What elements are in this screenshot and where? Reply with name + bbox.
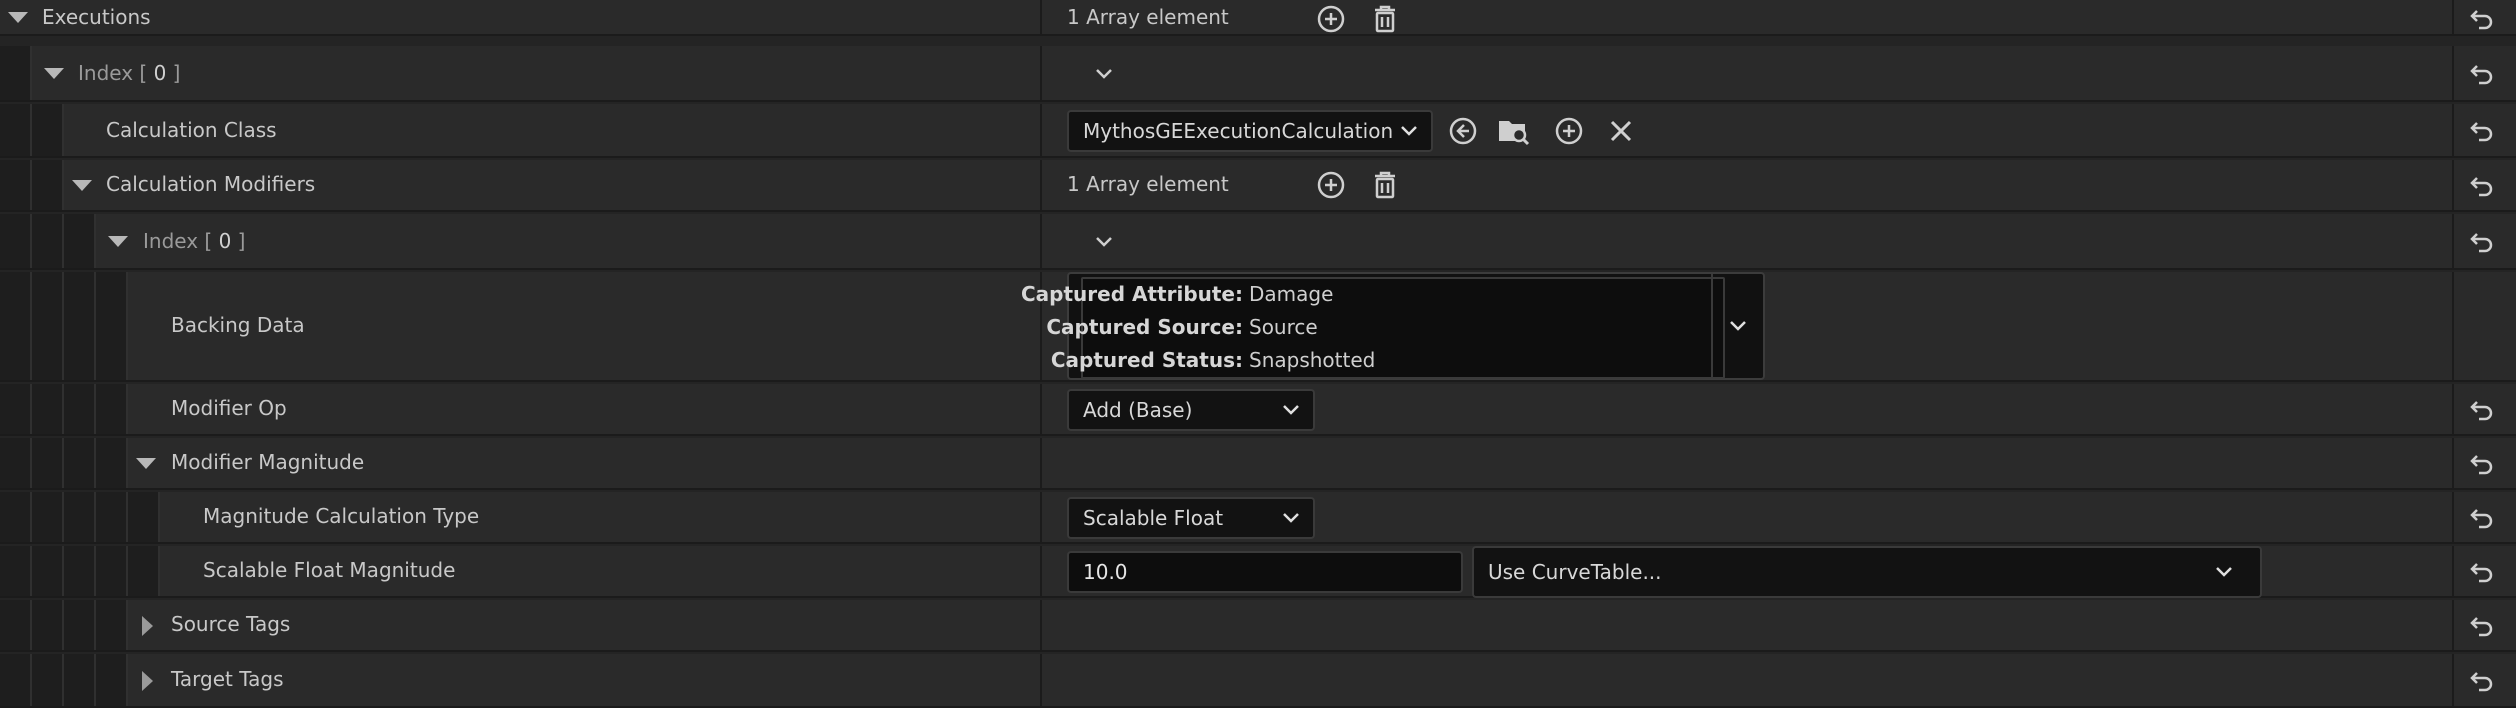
plus-circle-icon[interactable] [1314, 168, 1348, 202]
reset-to-default-icon[interactable] [2464, 557, 2500, 587]
collapse-arrow-icon[interactable] [44, 68, 64, 79]
trash-icon[interactable] [1368, 168, 1402, 202]
curve-table-value: Use CurveTable... [1488, 560, 1662, 584]
source-tags-label: Source Tags [171, 612, 291, 636]
reset-to-default-icon[interactable] [2464, 4, 2500, 34]
calculation-modifiers-count: 1 Array element [1067, 172, 1229, 196]
collapse-arrow-icon[interactable] [72, 180, 92, 191]
modifier-op-label: Modifier Op [171, 396, 287, 420]
chevron-down-icon [2214, 560, 2234, 584]
captured-attribute-value: Damage [1249, 282, 1334, 306]
reset-to-default-icon[interactable] [2464, 171, 2500, 201]
captured-source-value: Source [1249, 315, 1318, 339]
chevron-down-icon[interactable] [1090, 230, 1118, 254]
calculation-class-value: MythosGEExecutionCalculation [1083, 119, 1394, 143]
magnitude-calculation-type-label: Magnitude Calculation Type [203, 504, 480, 528]
close-icon[interactable] [1604, 114, 1638, 148]
expand-arrow-icon[interactable] [142, 671, 153, 691]
backing-data-field[interactable]: Captured Attribute: Damage Captured Sour… [1021, 272, 1765, 380]
expand-arrow-icon[interactable] [142, 616, 153, 636]
scalable-float-value: 10.0 [1083, 560, 1128, 584]
magnitude-calculation-type-value: Scalable Float [1083, 506, 1224, 530]
reset-to-default-icon[interactable] [2464, 227, 2500, 257]
modifier-op-value: Add (Base) [1083, 398, 1193, 422]
backing-data-label: Backing Data [171, 313, 305, 337]
chevron-down-icon [1281, 398, 1301, 422]
reset-to-default-icon[interactable] [2464, 449, 2500, 479]
trash-icon[interactable] [1368, 2, 1402, 36]
modifier-index-label: Index [ 0 ] [143, 229, 246, 253]
plus-circle-icon[interactable] [1552, 114, 1586, 148]
details-panel: Executions 1 Array element Index [ 0 ] C… [0, 0, 2516, 708]
folder-search-icon[interactable] [1496, 114, 1532, 148]
calculation-modifiers-label: Calculation Modifiers [106, 172, 316, 196]
collapse-arrow-icon[interactable] [108, 236, 128, 247]
calculation-class-label: Calculation Class [106, 118, 277, 142]
calculation-class-row: Calculation Class MythosGEExecutionCalcu… [0, 104, 2516, 158]
plus-circle-icon[interactable] [1314, 2, 1348, 36]
executions-label: Executions [42, 5, 151, 29]
collapse-arrow-icon[interactable] [136, 458, 156, 469]
collapse-arrow-icon[interactable] [8, 12, 28, 23]
modifier-magnitude-label: Modifier Magnitude [171, 450, 365, 474]
captured-status-value: Snapshotted [1249, 348, 1376, 372]
captured-attribute-key: Captured Attribute: [1021, 282, 1243, 306]
source-tags-row: Source Tags [0, 600, 2516, 652]
backing-data-row: Backing Data Captured Attribute: Damage … [0, 272, 2516, 382]
executions-count: 1 Array element [1067, 5, 1229, 29]
index-label: Index [ 0 ] [78, 61, 181, 85]
index-row: Index [ 0 ] [0, 46, 2516, 102]
chevron-down-icon [1281, 506, 1301, 530]
scalable-float-magnitude-label: Scalable Float Magnitude [203, 558, 456, 582]
calculation-class-combo[interactable]: MythosGEExecutionCalculation [1067, 110, 1433, 152]
reset-to-default-icon[interactable] [2464, 666, 2500, 696]
captured-status-key: Captured Status: [1050, 348, 1243, 372]
modifier-op-combo[interactable]: Add (Base) [1067, 389, 1315, 431]
arrow-left-circle-icon[interactable] [1446, 114, 1480, 148]
reset-to-default-icon[interactable] [2464, 611, 2500, 641]
calculation-modifiers-row: Calculation Modifiers 1 Array element [0, 160, 2516, 212]
reset-to-default-icon[interactable] [2464, 59, 2500, 89]
chevron-down-icon[interactable] [1721, 312, 1755, 340]
modifier-index-row: Index [ 0 ] [0, 214, 2516, 270]
target-tags-row: Target Tags [0, 654, 2516, 708]
scalable-float-magnitude-row: Scalable Float Magnitude 10.0 Use CurveT… [0, 546, 2516, 598]
magnitude-calculation-type-combo[interactable]: Scalable Float [1067, 497, 1315, 539]
modifier-op-row: Modifier Op Add (Base) [0, 384, 2516, 436]
curve-table-combo[interactable]: Use CurveTable... [1472, 546, 2262, 598]
target-tags-label: Target Tags [171, 667, 284, 691]
scalable-float-value-input[interactable]: 10.0 [1067, 551, 1463, 593]
chevron-down-icon[interactable] [1090, 62, 1118, 86]
reset-to-default-icon[interactable] [2464, 395, 2500, 425]
reset-to-default-icon[interactable] [2464, 116, 2500, 146]
captured-source-key: Captured Source: [1046, 315, 1243, 339]
magnitude-calculation-type-row: Magnitude Calculation Type Scalable Floa… [0, 492, 2516, 544]
reset-to-default-icon[interactable] [2464, 503, 2500, 533]
executions-row: Executions 1 Array element [0, 0, 2516, 36]
modifier-magnitude-row: Modifier Magnitude [0, 438, 2516, 490]
chevron-down-icon [1399, 119, 1419, 143]
